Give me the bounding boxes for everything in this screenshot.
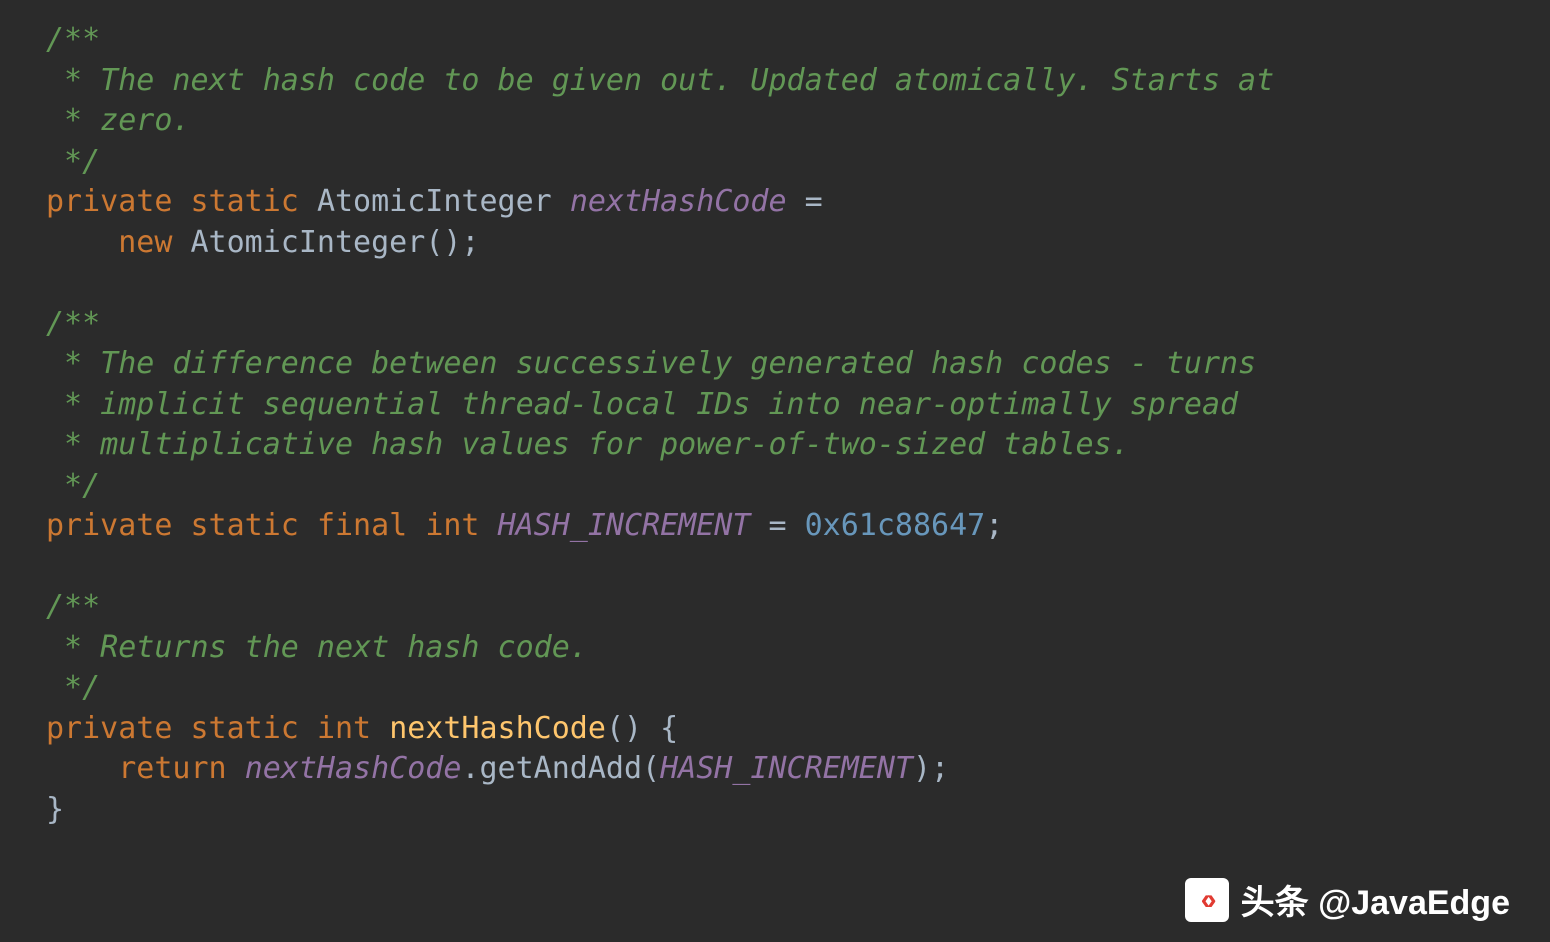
keyword: final bbox=[317, 508, 407, 543]
keyword: return bbox=[118, 751, 226, 786]
comment-line: */ bbox=[46, 144, 100, 179]
watermark-text: 头条 @JavaEdge bbox=[1241, 875, 1510, 924]
comment-line: * zero. bbox=[46, 103, 191, 138]
operator: = bbox=[787, 184, 823, 219]
keyword: static bbox=[191, 711, 299, 746]
comment-line: /** bbox=[46, 589, 100, 624]
static-field: nextHashCode bbox=[245, 751, 462, 786]
comment-line: */ bbox=[46, 468, 100, 503]
watermark-icon: ‹› bbox=[1185, 878, 1229, 922]
punctuation: ); bbox=[913, 751, 949, 786]
keyword: static bbox=[191, 184, 299, 219]
constant: HASH_INCREMENT bbox=[660, 751, 913, 786]
comment-line: /** bbox=[46, 22, 100, 57]
keyword: private bbox=[46, 184, 172, 219]
punctuation: (); bbox=[425, 225, 479, 260]
keyword: private bbox=[46, 711, 172, 746]
comment-line: /** bbox=[46, 306, 100, 341]
method-call: .getAndAdd( bbox=[461, 751, 660, 786]
comment-line: * The difference between successively ge… bbox=[46, 346, 1256, 381]
function-name: nextHashCode bbox=[389, 711, 606, 746]
number-literal: 0x61c88647 bbox=[805, 508, 986, 543]
comment-line: */ bbox=[46, 670, 100, 705]
punctuation: ; bbox=[985, 508, 1003, 543]
code-block: /** * The next hash code to be given out… bbox=[0, 0, 1550, 830]
keyword: private bbox=[46, 508, 172, 543]
type: AtomicInteger bbox=[317, 184, 552, 219]
constant: HASH_INCREMENT bbox=[498, 508, 751, 543]
comment-line: * implicit sequential thread-local IDs i… bbox=[46, 387, 1238, 422]
keyword: static bbox=[191, 508, 299, 543]
punctuation: () { bbox=[606, 711, 678, 746]
keyword: int bbox=[425, 508, 479, 543]
keyword: int bbox=[317, 711, 371, 746]
static-field: nextHashCode bbox=[570, 184, 787, 219]
type: AtomicInteger bbox=[191, 225, 426, 260]
comment-line: * multiplicative hash values for power-o… bbox=[46, 427, 1130, 462]
keyword: new bbox=[118, 225, 172, 260]
watermark: ‹› 头条 @JavaEdge bbox=[1185, 875, 1510, 924]
operator: = bbox=[750, 508, 786, 543]
comment-line: * Returns the next hash code. bbox=[46, 630, 588, 665]
comment-line: * The next hash code to be given out. Up… bbox=[46, 63, 1274, 98]
punctuation: } bbox=[46, 792, 64, 827]
